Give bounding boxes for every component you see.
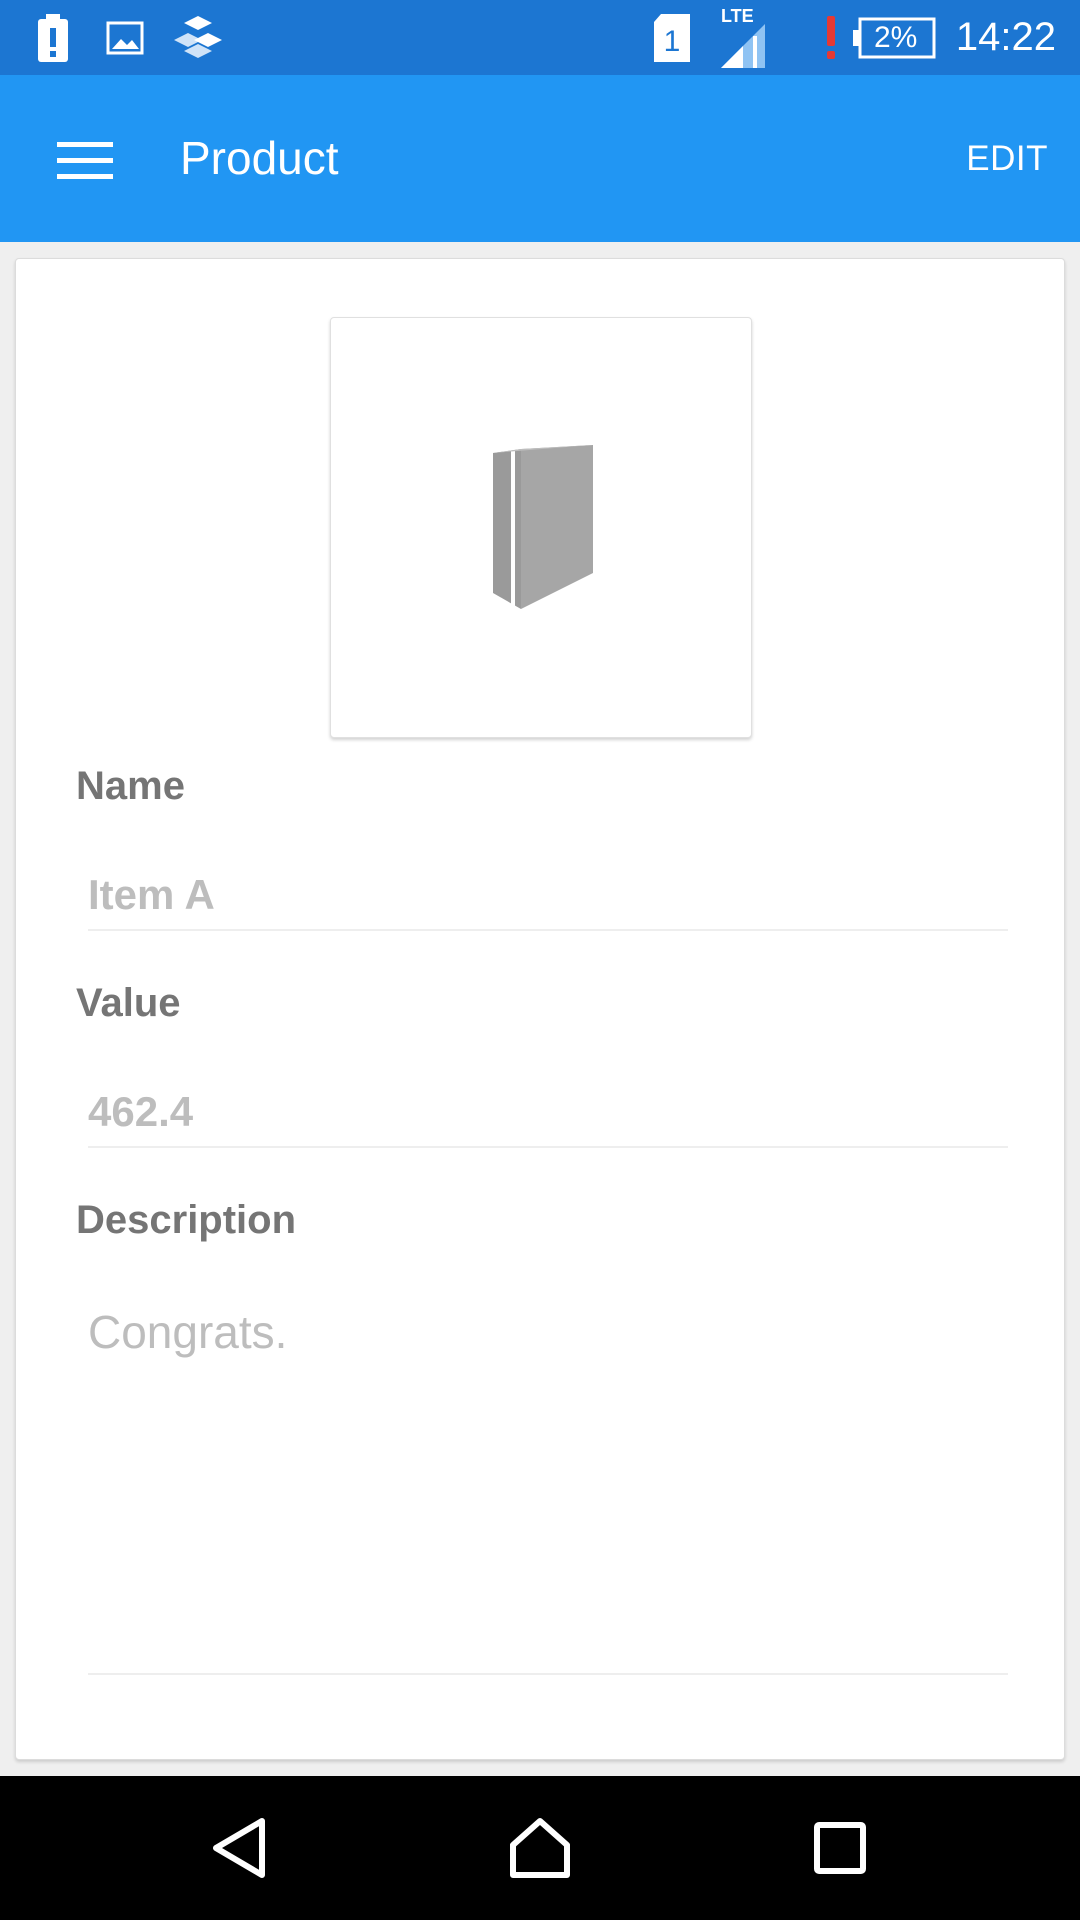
description-field[interactable]: Congrats. (88, 1304, 1008, 1804)
app-icon (170, 0, 226, 75)
recents-button[interactable] (790, 1798, 890, 1898)
navigation-bar (0, 1776, 1080, 1920)
menu-button[interactable] (40, 115, 130, 205)
menu-icon (57, 142, 113, 179)
name-underline (88, 929, 1008, 931)
home-icon (510, 1818, 570, 1878)
app-bar: Product EDIT (0, 75, 1080, 242)
description-label: Description (76, 1198, 297, 1242)
status-time: 14:22 (955, 15, 1056, 59)
back-button[interactable] (190, 1798, 290, 1898)
value-field[interactable]: 462.4 (88, 1088, 1008, 1148)
recents-icon (814, 1822, 866, 1874)
home-button[interactable] (490, 1798, 590, 1898)
edit-button[interactable]: EDIT (966, 75, 1048, 242)
status-bar: 1 LTE 2% 14:22 (0, 0, 1080, 75)
description-underline (88, 1673, 1008, 1675)
name-label: Name (76, 764, 185, 808)
name-field[interactable]: Item A (88, 871, 1008, 931)
product-image[interactable] (330, 317, 752, 738)
value-label: Value (76, 981, 181, 1025)
alert-icon (820, 0, 842, 75)
box-icon (493, 444, 593, 609)
battery-alert-icon (36, 0, 70, 75)
page-title: Product (180, 132, 339, 184)
back-icon (213, 1818, 265, 1878)
battery-percent: 2% (874, 20, 918, 54)
sim-icon: 1 (652, 0, 692, 75)
battery-icon: 2% (852, 0, 936, 75)
image-icon (105, 0, 145, 75)
product-card: Name Item A Value 462.4 Description Cong… (15, 258, 1065, 1760)
value-underline (88, 1146, 1008, 1148)
signal-icon: LTE (715, 0, 775, 75)
svg-text:1: 1 (664, 25, 681, 58)
